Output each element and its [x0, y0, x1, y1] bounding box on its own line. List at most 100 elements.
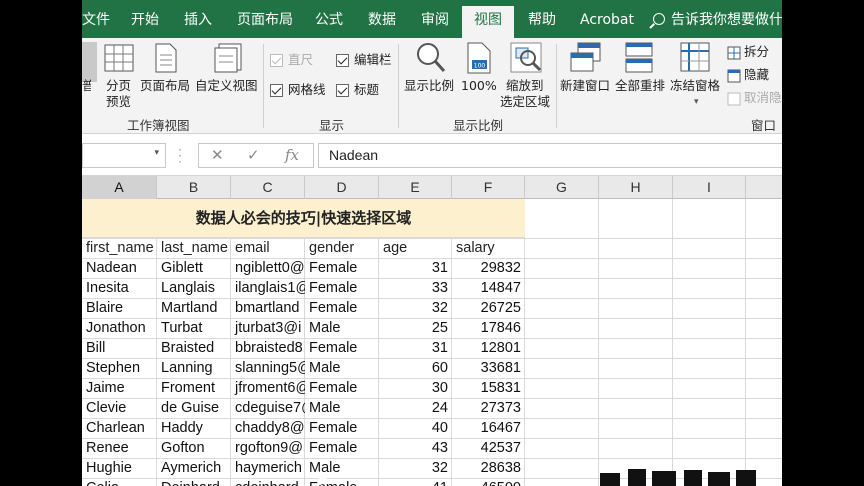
column-header-a[interactable]: A — [82, 176, 157, 199]
gridlines-checkbox[interactable] — [270, 84, 283, 97]
data-cell[interactable]: Female — [305, 378, 379, 398]
tab-acrobat[interactable]: Acrobat — [580, 8, 634, 38]
column-header-j[interactable] — [746, 176, 782, 199]
data-cell[interactable]: 15831 — [452, 378, 525, 398]
data-cell[interactable]: Martland — [157, 298, 231, 318]
hide-icon[interactable] — [727, 69, 741, 83]
custom-views-icon[interactable] — [214, 43, 244, 73]
zoom-magnifier-icon[interactable] — [416, 42, 446, 74]
data-cell[interactable]: 33 — [379, 278, 452, 298]
data-cell[interactable]: 29832 — [452, 258, 525, 278]
tab-review[interactable]: 审阅 — [421, 8, 449, 38]
headings-checkbox[interactable] — [336, 84, 349, 97]
enter-icon[interactable]: ✓ — [247, 146, 260, 164]
data-cell[interactable]: Jaime — [82, 378, 157, 398]
column-title-cell[interactable]: gender — [305, 238, 379, 258]
data-cell[interactable]: 16467 — [452, 418, 525, 438]
data-cell[interactable]: Gofton — [157, 438, 231, 458]
data-cell[interactable]: jturbat3@i — [231, 318, 305, 338]
data-cell[interactable]: 27373 — [452, 398, 525, 418]
column-header-c[interactable]: C — [231, 176, 305, 199]
ruler-checkbox[interactable] — [270, 54, 283, 67]
data-cell[interactable]: 25 — [379, 318, 452, 338]
data-cell[interactable]: Stephen — [82, 358, 157, 378]
tab-file[interactable]: 文件 — [82, 8, 110, 38]
data-cell[interactable]: bbraisted8 — [231, 338, 305, 358]
column-title-cell[interactable]: age — [379, 238, 452, 258]
data-cell[interactable]: Aymerich — [157, 458, 231, 478]
insert-function-icon[interactable]: fx — [285, 146, 299, 164]
data-cell[interactable]: 17846 — [452, 318, 525, 338]
data-cell[interactable]: Nadean — [82, 258, 157, 278]
data-cell[interactable]: Female — [305, 338, 379, 358]
zoom-100-icon[interactable]: 100 — [466, 42, 492, 74]
data-cell[interactable]: Male — [305, 358, 379, 378]
new-window-icon[interactable] — [570, 42, 602, 74]
column-header-b[interactable]: B — [157, 176, 231, 199]
data-cell[interactable]: Female — [305, 258, 379, 278]
page-break-preview-label1[interactable]: 分页 — [106, 78, 131, 94]
data-cell[interactable]: bmartland — [231, 298, 305, 318]
data-cell[interactable]: 30 — [379, 378, 452, 398]
zoom-to-selection-label2[interactable]: 选定区域 — [500, 94, 550, 110]
data-cell[interactable]: 42537 — [452, 438, 525, 458]
split-icon[interactable] — [727, 46, 741, 60]
data-cell[interactable]: Female — [305, 278, 379, 298]
column-header-g[interactable]: G — [525, 176, 599, 199]
data-cell[interactable]: 40 — [379, 418, 452, 438]
title-cell[interactable]: 数据人必会的技巧|快速选择区域 — [82, 199, 525, 238]
data-cell[interactable]: 43 — [379, 438, 452, 458]
data-cell[interactable]: Celia — [82, 478, 157, 486]
data-cell[interactable]: haymerich — [231, 458, 305, 478]
freeze-panes-icon[interactable] — [680, 42, 710, 74]
page-layout-label[interactable]: 页面布局 — [140, 78, 190, 94]
data-cell[interactable]: 41 — [379, 478, 452, 486]
arrange-all-icon[interactable] — [624, 42, 654, 74]
data-cell[interactable]: Blaire — [82, 298, 157, 318]
column-title-cell[interactable]: salary — [452, 238, 525, 258]
column-title-cell[interactable]: first_name — [82, 238, 157, 258]
column-title-cell[interactable]: last_name — [157, 238, 231, 258]
data-cell[interactable]: slanning5@ — [231, 358, 305, 378]
data-cell[interactable]: Braisted — [157, 338, 231, 358]
data-cell[interactable]: ilanglais1@ — [231, 278, 305, 298]
tab-page-layout[interactable]: 页面布局 — [237, 8, 293, 38]
data-cell[interactable]: jfroment6@ — [231, 378, 305, 398]
data-cell[interactable]: Hughie — [82, 458, 157, 478]
data-cell[interactable]: cdeinhard — [231, 478, 305, 486]
data-cell[interactable]: rgofton9@ — [231, 438, 305, 458]
column-title-cell[interactable]: email — [231, 238, 305, 258]
hide-label[interactable]: 隐藏 — [744, 67, 769, 83]
data-cell[interactable]: 32 — [379, 298, 452, 318]
data-cell[interactable]: Female — [305, 438, 379, 458]
name-box[interactable]: ▾ — [82, 143, 166, 168]
freeze-panes-dropdown-icon[interactable]: ▾ — [694, 94, 699, 110]
new-window-label[interactable]: 新建窗口 — [560, 78, 610, 94]
zoom-to-selection-icon[interactable] — [510, 42, 544, 74]
formula-bar-checkbox[interactable] — [336, 54, 349, 67]
data-cell[interactable]: 33681 — [452, 358, 525, 378]
formula-input[interactable]: Nadean — [318, 143, 782, 168]
zoom-label[interactable]: 显示比例 — [404, 78, 454, 94]
arrange-all-label[interactable]: 全部重排 — [615, 78, 665, 94]
tab-home[interactable]: 开始 — [131, 8, 159, 38]
split-label[interactable]: 拆分 — [744, 44, 769, 60]
tab-insert[interactable]: 插入 — [184, 8, 212, 38]
data-cell[interactable]: Turbat — [157, 318, 231, 338]
page-break-preview-label2[interactable]: 预览 — [106, 94, 131, 110]
data-cell[interactable]: Clevie — [82, 398, 157, 418]
data-cell[interactable]: Male — [305, 398, 379, 418]
data-cell[interactable]: Bill — [82, 338, 157, 358]
data-cell[interactable]: 46500 — [452, 478, 525, 486]
zoom-to-selection-label1[interactable]: 缩放到 — [506, 78, 544, 94]
data-cell[interactable]: Lanning — [157, 358, 231, 378]
column-header-h[interactable]: H — [599, 176, 673, 199]
data-cell[interactable]: 31 — [379, 258, 452, 278]
tab-view[interactable]: 视图 — [462, 6, 514, 38]
data-cell[interactable]: Renee — [82, 438, 157, 458]
data-cell[interactable]: Male — [305, 318, 379, 338]
data-cell[interactable]: Langlais — [157, 278, 231, 298]
data-cell[interactable]: 24 — [379, 398, 452, 418]
data-cell[interactable]: Giblett — [157, 258, 231, 278]
formula-bar-grip-icon[interactable]: · · · — [178, 144, 182, 168]
